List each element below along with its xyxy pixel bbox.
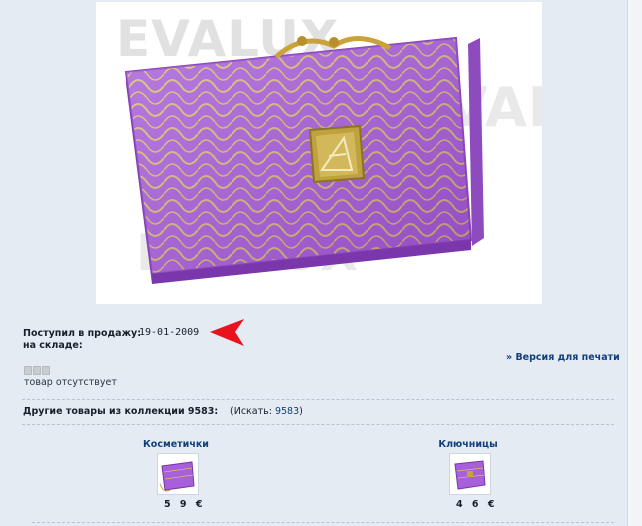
red-arrow-icon — [210, 319, 244, 346]
arrival-date-value: 19-01-2009 — [139, 327, 200, 338]
divider — [32, 522, 614, 523]
collection-search-link[interactable]: 9583 — [275, 406, 299, 417]
wallet-illustration — [124, 36, 484, 284]
arrival-date-label: Поступил в продажу: — [23, 328, 142, 339]
availability-dot — [24, 366, 32, 375]
availability-dot — [33, 366, 41, 375]
related-item-thumbnail[interactable] — [449, 453, 491, 495]
related-item-price: 4 6 € — [456, 499, 498, 510]
related-item-title[interactable]: Ключницы — [428, 439, 508, 450]
divider — [22, 399, 614, 400]
collection-label: Другие товары из коллекции 9583: — [23, 406, 219, 417]
related-item-price: 5 9 € — [164, 499, 206, 510]
purse-icon — [159, 461, 195, 492]
availability-dot — [42, 366, 50, 375]
product-image[interactable]: EVALUX EVALUX EVALUX — [96, 2, 542, 304]
related-item-title[interactable]: Косметички — [136, 439, 216, 450]
page-frame-right — [627, 0, 642, 526]
collection-search: (Искать: 9583) — [230, 406, 303, 417]
related-item-thumbnail[interactable] — [157, 453, 199, 495]
divider — [22, 424, 614, 425]
print-version-link[interactable]: » Версия для печати — [506, 352, 620, 363]
page-content: EVALUX EVALUX EVALUX — [0, 0, 628, 526]
collection-search-suffix: ) — [299, 406, 303, 417]
availability-status: товар отсутствует — [24, 377, 117, 388]
stock-label: на складе: — [23, 340, 83, 351]
collection-search-prefix: (Искать: — [230, 406, 272, 417]
key-case-icon — [454, 460, 486, 490]
availability-indicator — [24, 366, 51, 375]
